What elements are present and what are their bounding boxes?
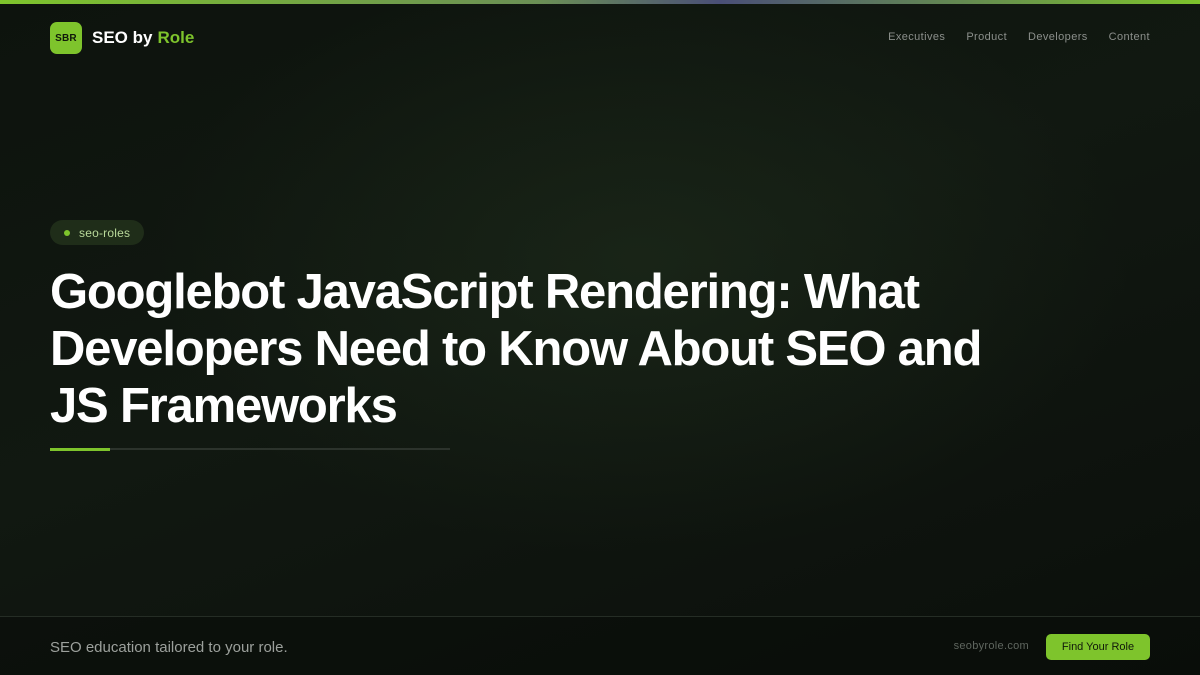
- brand-name-prefix: SEO by: [92, 28, 153, 47]
- category-tag[interactable]: seo-roles: [50, 220, 145, 245]
- page: SBR SEO by Role Executives Product Develo…: [0, 0, 1200, 675]
- category-tag-label: seo-roles: [79, 225, 131, 240]
- nav-item-content[interactable]: Content: [1109, 31, 1150, 43]
- title-divider-accent: [50, 448, 110, 451]
- brand-name: SEO by Role: [92, 28, 194, 48]
- article-title: Googlebot JavaScript Rendering: What Dev…: [50, 265, 982, 433]
- nav-item-developers[interactable]: Developers: [1028, 31, 1088, 43]
- tag-dot-icon: [64, 229, 70, 236]
- logo-badge: SBR: [50, 22, 82, 54]
- footer-tagline: SEO education tailored to your role.: [50, 639, 288, 656]
- main-nav: Executives Product Developers Content: [888, 31, 1150, 43]
- footer-bar: SEO education tailored to your role. seo…: [0, 616, 1200, 675]
- footer-site-url[interactable]: seobyrole.com: [954, 640, 1029, 652]
- find-your-role-button[interactable]: Find Your Role: [1046, 634, 1150, 660]
- top-accent-bar: [0, 0, 1200, 4]
- nav-item-executives[interactable]: Executives: [888, 31, 945, 43]
- brand-name-accent: Role: [157, 28, 195, 47]
- brand-logo[interactable]: SBR SEO by Role: [50, 22, 194, 54]
- nav-item-product[interactable]: Product: [966, 31, 1007, 43]
- title-divider: [50, 448, 450, 450]
